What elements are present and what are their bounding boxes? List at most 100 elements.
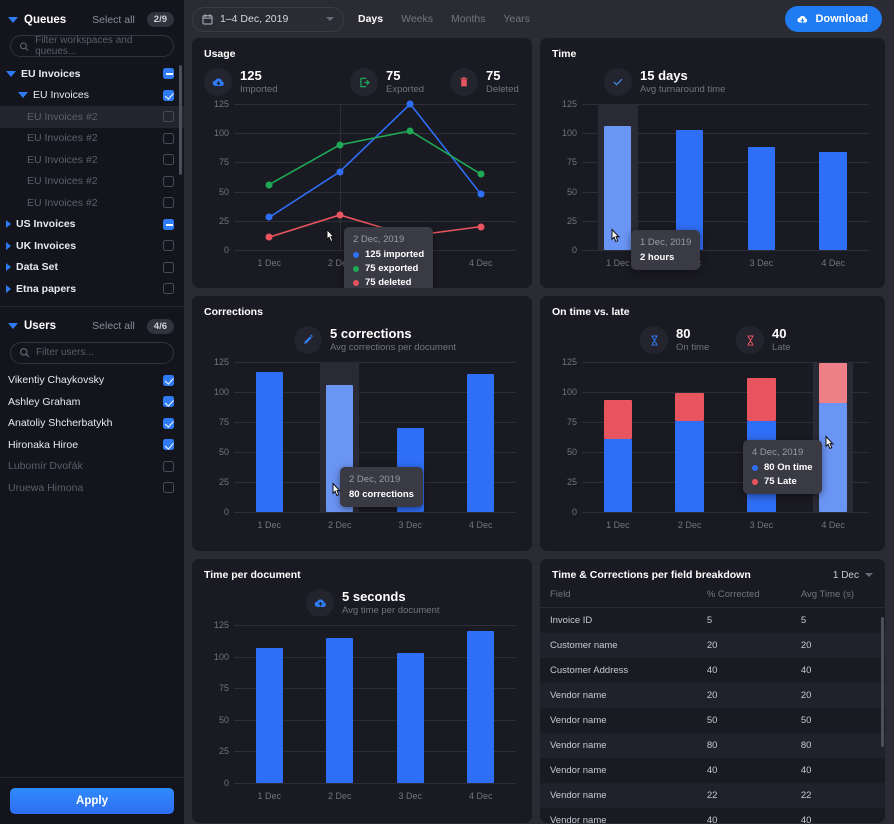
queue-item-checkbox[interactable] xyxy=(163,197,174,208)
ontime-bar-chart[interactable]: 02550751001251 Dec2 Dec3 Dec4 Dec xyxy=(552,362,873,534)
bar[interactable] xyxy=(819,152,846,250)
bar-late[interactable] xyxy=(604,400,633,438)
users-select-all[interactable]: Select all xyxy=(92,320,135,332)
table-row[interactable]: Vendor name2222 xyxy=(540,783,885,808)
data-point-deleted[interactable] xyxy=(266,234,273,241)
data-point-imported[interactable] xyxy=(336,168,343,175)
table-row[interactable]: Vendor name2020 xyxy=(540,683,885,708)
data-point-exported[interactable] xyxy=(407,127,414,134)
queue-item-8[interactable]: UK Invoices xyxy=(0,235,184,257)
bar-on-time[interactable] xyxy=(819,403,848,512)
user-item-checkbox[interactable] xyxy=(163,375,174,386)
table-row[interactable]: Vendor name4040 xyxy=(540,808,885,823)
chevron-right-icon[interactable] xyxy=(6,285,11,293)
queue-item-checkbox[interactable] xyxy=(163,68,174,79)
data-point-imported[interactable] xyxy=(266,214,273,221)
bar[interactable] xyxy=(748,147,775,250)
user-item-2[interactable]: Anatoliy Shcherbatykh xyxy=(0,413,184,435)
data-point-exported[interactable] xyxy=(336,141,343,148)
queue-item-9[interactable]: Data Set xyxy=(0,257,184,279)
queue-item-checkbox[interactable] xyxy=(163,111,174,122)
queues-select-all[interactable]: Select all xyxy=(92,14,135,26)
user-item-checkbox[interactable] xyxy=(163,439,174,450)
queue-item-6[interactable]: EU Invoices #2 xyxy=(0,192,184,214)
bar-late[interactable] xyxy=(819,363,848,403)
bar[interactable] xyxy=(256,372,283,512)
queue-item-2[interactable]: EU Invoices #2 xyxy=(0,106,184,128)
user-item-checkbox[interactable] xyxy=(163,482,174,493)
granularity-tab-years[interactable]: Years xyxy=(503,13,529,25)
bar[interactable] xyxy=(397,653,424,783)
bar-on-time[interactable] xyxy=(675,421,704,512)
table-scrollbar[interactable] xyxy=(881,617,884,747)
queue-item-7[interactable]: US Invoices xyxy=(0,214,184,236)
queue-item-checkbox[interactable] xyxy=(163,219,174,230)
bar[interactable] xyxy=(467,374,494,512)
chevron-down-icon[interactable] xyxy=(8,323,18,329)
data-point-exported[interactable] xyxy=(266,181,273,188)
bar[interactable] xyxy=(256,648,283,783)
timeperdoc-bar-chart[interactable]: 02550751001251 Dec2 Dec3 Dec4 Dec xyxy=(204,625,520,805)
queue-item-checkbox[interactable] xyxy=(163,240,174,251)
queue-item-checkbox[interactable] xyxy=(163,262,174,273)
data-point-deleted[interactable] xyxy=(477,223,484,230)
time-bar-chart[interactable]: 02550751001251 Dec2 Dec3 Dec4 Dec xyxy=(552,104,873,272)
data-point-imported[interactable] xyxy=(477,190,484,197)
granularity-tab-months[interactable]: Months xyxy=(451,13,485,25)
queue-item-checkbox[interactable] xyxy=(163,90,174,101)
user-item-1[interactable]: Ashley Graham xyxy=(0,391,184,413)
chevron-down-icon[interactable] xyxy=(18,92,28,98)
table-row[interactable]: Vendor name4040 xyxy=(540,758,885,783)
table-row[interactable]: Invoice ID55 xyxy=(540,608,885,634)
user-item-5[interactable]: Uruewa Himona xyxy=(0,477,184,499)
users-search-input[interactable]: Filter users... xyxy=(10,342,174,364)
queue-item-4[interactable]: EU Invoices #2 xyxy=(0,149,184,171)
date-range-picker[interactable]: 1–4 Dec, 2019 xyxy=(192,7,344,32)
bar[interactable] xyxy=(467,631,494,783)
user-item-checkbox[interactable] xyxy=(163,396,174,407)
bar[interactable] xyxy=(326,638,353,783)
user-item-4[interactable]: Lubomír Dvořák xyxy=(0,456,184,478)
apply-button[interactable]: Apply xyxy=(10,788,174,814)
granularity-tab-weeks[interactable]: Weeks xyxy=(401,13,433,25)
queue-item-checkbox[interactable] xyxy=(163,154,174,165)
table-row[interactable]: Vendor name8080 xyxy=(540,733,885,758)
y-axis-tick: 25 xyxy=(567,477,577,487)
download-button[interactable]: Download xyxy=(785,6,882,32)
bar-late[interactable] xyxy=(675,393,704,421)
queue-item-0[interactable]: EU Invoices xyxy=(0,63,184,85)
queue-item-1[interactable]: EU Invoices xyxy=(0,85,184,107)
chevron-down-icon[interactable] xyxy=(8,17,18,23)
table-row[interactable]: Customer Address4040 xyxy=(540,658,885,683)
queue-item-checkbox[interactable] xyxy=(163,283,174,294)
bar-on-time[interactable] xyxy=(604,439,633,512)
chevron-right-icon[interactable] xyxy=(6,263,11,271)
user-item-checkbox[interactable] xyxy=(163,418,174,429)
user-item-checkbox[interactable] xyxy=(163,461,174,472)
user-item-label: Uruewa Himona xyxy=(8,482,163,494)
queue-item-checkbox[interactable] xyxy=(163,133,174,144)
data-point-deleted[interactable] xyxy=(336,211,343,218)
table-row[interactable]: Vendor name5050 xyxy=(540,708,885,733)
granularity-tab-days[interactable]: Days xyxy=(358,13,383,25)
queue-item-3[interactable]: EU Invoices #2 xyxy=(0,128,184,150)
corrections-bar-chart[interactable]: 02550751001251 Dec2 Dec3 Dec4 Dec xyxy=(204,362,520,534)
queues-search-input[interactable]: Filter workspaces and queues... xyxy=(10,35,174,57)
data-point-imported[interactable] xyxy=(407,101,414,108)
user-item-3[interactable]: Hironaka Hiroe xyxy=(0,434,184,456)
queue-item-5[interactable]: EU Invoices #2 xyxy=(0,171,184,193)
queues-scrollbar[interactable] xyxy=(179,65,182,175)
user-item-0[interactable]: Vikentiy Chaykovsky xyxy=(0,370,184,392)
chevron-right-icon[interactable] xyxy=(6,242,11,250)
table-row[interactable]: Customer name2020 xyxy=(540,633,885,658)
usage-stats: 125 Imported 75 Expo xyxy=(204,68,520,96)
chevron-down-icon[interactable] xyxy=(6,71,16,77)
queue-item-10[interactable]: Etna papers xyxy=(0,278,184,300)
data-point-exported[interactable] xyxy=(477,171,484,178)
queue-item-checkbox[interactable] xyxy=(163,176,174,187)
breakdown-day-select[interactable]: 1 Dec xyxy=(833,570,873,581)
bar[interactable] xyxy=(604,126,631,250)
x-axis-tick: 2 Dec xyxy=(328,520,352,530)
chevron-right-icon[interactable] xyxy=(6,220,11,228)
bar-late[interactable] xyxy=(747,378,776,421)
